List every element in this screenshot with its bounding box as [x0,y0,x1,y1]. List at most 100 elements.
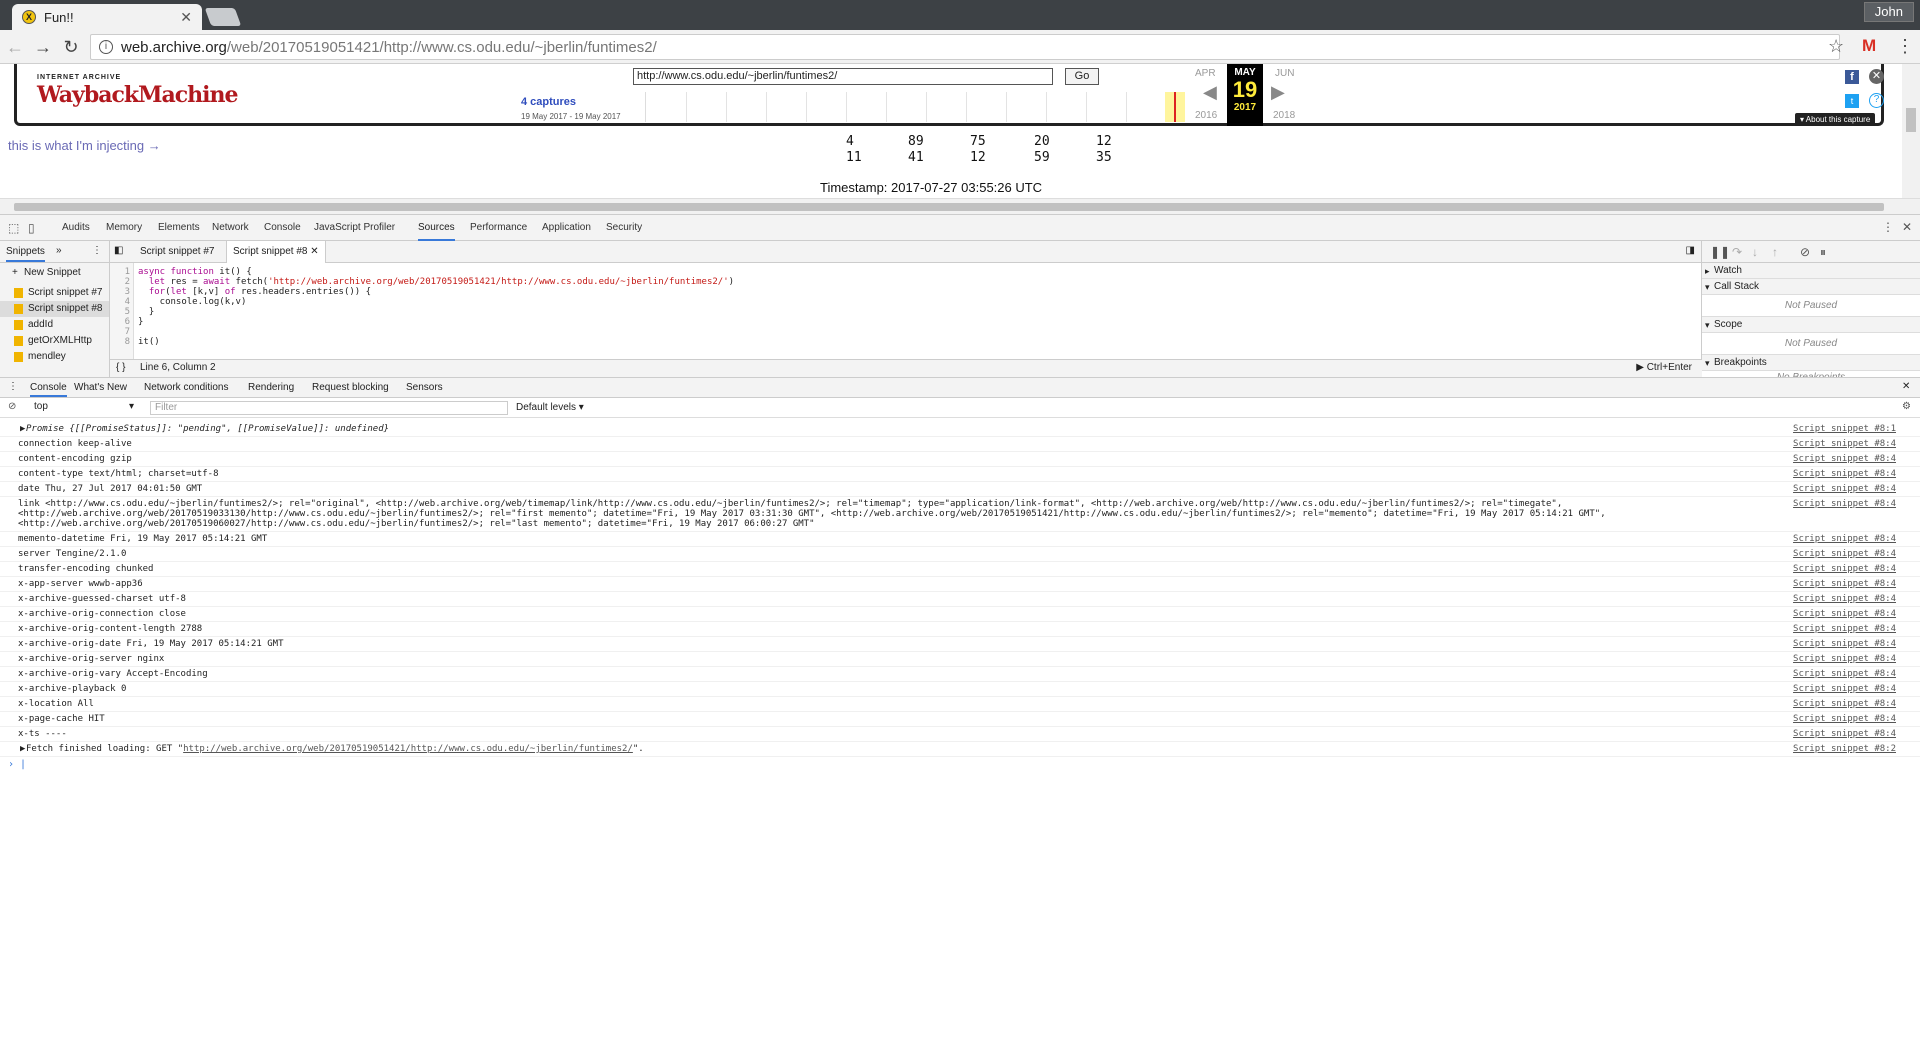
forward-icon[interactable]: → [32,36,54,58]
console-source-link[interactable]: Script snippet #8:4 [1793,469,1896,479]
more-tabs-icon[interactable]: » [56,245,62,256]
expand-arrow-icon[interactable]: ▶ [20,744,25,754]
console-source-link[interactable]: Script snippet #8:4 [1793,484,1896,494]
console-prompt[interactable]: › | [0,757,1920,772]
back-icon[interactable]: ← [4,36,26,58]
console-message[interactable]: transfer-encoding chunked Script snippet … [0,562,1920,577]
snippet-item[interactable]: addId [0,317,109,333]
drawer-tab-network-conditions[interactable]: Network conditions [144,382,228,393]
wayback-sparkline[interactable] [645,92,1175,122]
next-month[interactable]: JUN [1275,68,1294,79]
about-capture-button[interactable]: ▾ About this capture [1795,113,1876,126]
console-message[interactable]: x-page-cache HIT Script snippet #8:4 [0,712,1920,727]
console-source-link[interactable]: Script snippet #8:4 [1793,669,1896,679]
code-content[interactable]: async function it() { let res = await fe… [138,267,734,347]
pretty-print-icon[interactable]: { } [116,362,125,373]
console-message[interactable]: x-archive-orig-content-length 2788 Script… [0,622,1920,637]
clear-console-icon[interactable]: ⊘ [8,401,16,412]
step-into-icon[interactable]: ↓ [1752,245,1758,259]
tab-js-profiler[interactable]: JavaScript Profiler [314,222,395,233]
fetch-url-link[interactable]: http://web.archive.org/web/2017051905142… [183,744,633,754]
context-selector[interactable]: top ▾ [24,401,138,415]
snippet-item[interactable]: getOrXMLHttp [0,333,109,349]
console-source-link[interactable]: Script snippet #8:4 [1793,454,1896,464]
console-source-link[interactable]: Script snippet #8:1 [1793,424,1896,434]
wayback-captures-link[interactable]: 4 captures [521,96,576,108]
wayback-go-button[interactable]: Go [1065,68,1099,85]
inspect-element-icon[interactable]: ⬚ [8,221,19,235]
console-message[interactable]: content-encoding gzip Script snippet #8:4 [0,452,1920,467]
watch-section[interactable]: Watch [1702,263,1920,279]
editor-tab-snippet-8[interactable]: Script snippet #8 ✕ [226,241,326,263]
tab-snippets[interactable]: Snippets [6,246,45,262]
console-message[interactable]: x-archive-playback 0 Script snippet #8:4 [0,682,1920,697]
console-message[interactable]: connection keep-alive Script snippet #8:4 [0,437,1920,452]
console-source-link[interactable]: Script snippet #8:4 [1793,624,1896,634]
toggle-navigator-icon[interactable]: ◧ [114,245,123,256]
drawer-menu-icon[interactable]: ⋮ [8,381,18,392]
console-source-link[interactable]: Script snippet #8:4 [1793,499,1896,509]
console-source-link[interactable]: Script snippet #8:4 [1793,699,1896,709]
expand-arrow-icon[interactable]: ▶ [20,424,25,434]
console-source-link[interactable]: Script snippet #8:4 [1793,564,1896,574]
close-icon[interactable]: ✕ [1869,69,1884,84]
tab-sources[interactable]: Sources [418,222,455,241]
tab-performance[interactable]: Performance [470,222,527,233]
console-source-link[interactable]: Script snippet #8:4 [1793,534,1896,544]
tab-network[interactable]: Network [212,222,249,233]
console-source-link[interactable]: Script snippet #8:2 [1793,744,1896,754]
browser-menu-icon[interactable]: ⋮ [1896,36,1914,57]
tab-elements[interactable]: Elements [158,222,200,233]
tab-close-icon[interactable]: ✕ [180,9,192,26]
drawer-tab-whats-new[interactable]: What's New [74,382,127,393]
console-message[interactable]: ▶ Promise {[[PromiseStatus]]: "pending",… [0,422,1920,437]
tab-security[interactable]: Security [606,222,642,233]
console-filter-input[interactable]: Filter [150,401,508,415]
console-source-link[interactable]: Script snippet #8:4 [1793,594,1896,604]
snippet-item[interactable]: Script snippet #7 [0,285,109,301]
console-message[interactable]: memento-datetime Fri, 19 May 2017 05:14:… [0,532,1920,547]
page-vertical-scrollbar[interactable] [1902,64,1920,198]
step-over-icon[interactable]: ↷ [1732,245,1742,259]
devtools-close-icon[interactable]: ✕ [1902,220,1912,234]
deactivate-breakpoints-icon[interactable]: ⊘ [1800,245,1810,259]
console-source-link[interactable]: Script snippet #8:4 [1793,729,1896,739]
console-message[interactable]: ▶ Fetch finished loading: GET "http://we… [0,742,1920,757]
page-horizontal-scrollbar[interactable] [0,198,1920,214]
gmail-extension-icon[interactable]: M [1862,36,1876,56]
tab-memory[interactable]: Memory [106,222,142,233]
console-source-link[interactable]: Script snippet #8:4 [1793,609,1896,619]
drawer-tab-rendering[interactable]: Rendering [248,382,294,393]
wayback-logo[interactable]: WaybackMachine [37,82,238,108]
devtools-menu-icon[interactable]: ⋮ [1882,220,1894,234]
toggle-debugger-icon[interactable]: ◨ [1686,245,1695,256]
facebook-icon[interactable]: f [1845,70,1859,84]
pause-on-exceptions-icon[interactable]: ⏸ [1820,245,1826,260]
bookmark-star-icon[interactable]: ☆ [1828,36,1844,57]
prev-month[interactable]: APR [1195,68,1216,79]
tab-console[interactable]: Console [264,222,301,233]
console-source-link[interactable]: Script snippet #8:4 [1793,714,1896,724]
prev-capture-icon[interactable]: ◀ [1203,82,1217,103]
new-snippet-button[interactable]: + New Snippet [0,265,109,281]
console-message[interactable]: x-archive-orig-server nginx Script snippe… [0,652,1920,667]
console-message[interactable]: x-archive-orig-connection close Script sn… [0,607,1920,622]
run-snippet-button[interactable]: ▶ Ctrl+Enter [1636,362,1692,373]
tab-audits[interactable]: Audits [62,222,90,233]
console-message[interactable]: link <http://www.cs.odu.edu/~jberlin/fun… [0,497,1920,532]
console-source-link[interactable]: Script snippet #8:4 [1793,549,1896,559]
console-settings-icon[interactable]: ⚙ [1902,401,1911,412]
console-message[interactable]: x-archive-orig-vary Accept-Encoding Scrip… [0,667,1920,682]
tab-application[interactable]: Application [542,222,591,233]
profile-button[interactable]: John [1863,2,1914,22]
console-message[interactable]: x-archive-orig-date Fri, 19 May 2017 05:… [0,637,1920,652]
next-capture-icon[interactable]: ▶ [1271,82,1285,103]
console-message[interactable]: x-app-server wwwb-app36 Script snippet #8… [0,577,1920,592]
breakpoints-section[interactable]: Breakpoints [1702,355,1920,371]
pause-icon[interactable]: ❚❚ [1710,245,1730,259]
console-source-link[interactable]: Script snippet #8:4 [1793,684,1896,694]
twitter-icon[interactable]: t [1845,94,1859,108]
console-message[interactable]: date Thu, 27 Jul 2017 04:01:50 GMT Script… [0,482,1920,497]
device-toolbar-icon[interactable]: ▯ [28,221,35,235]
console-source-link[interactable]: Script snippet #8:4 [1793,654,1896,664]
